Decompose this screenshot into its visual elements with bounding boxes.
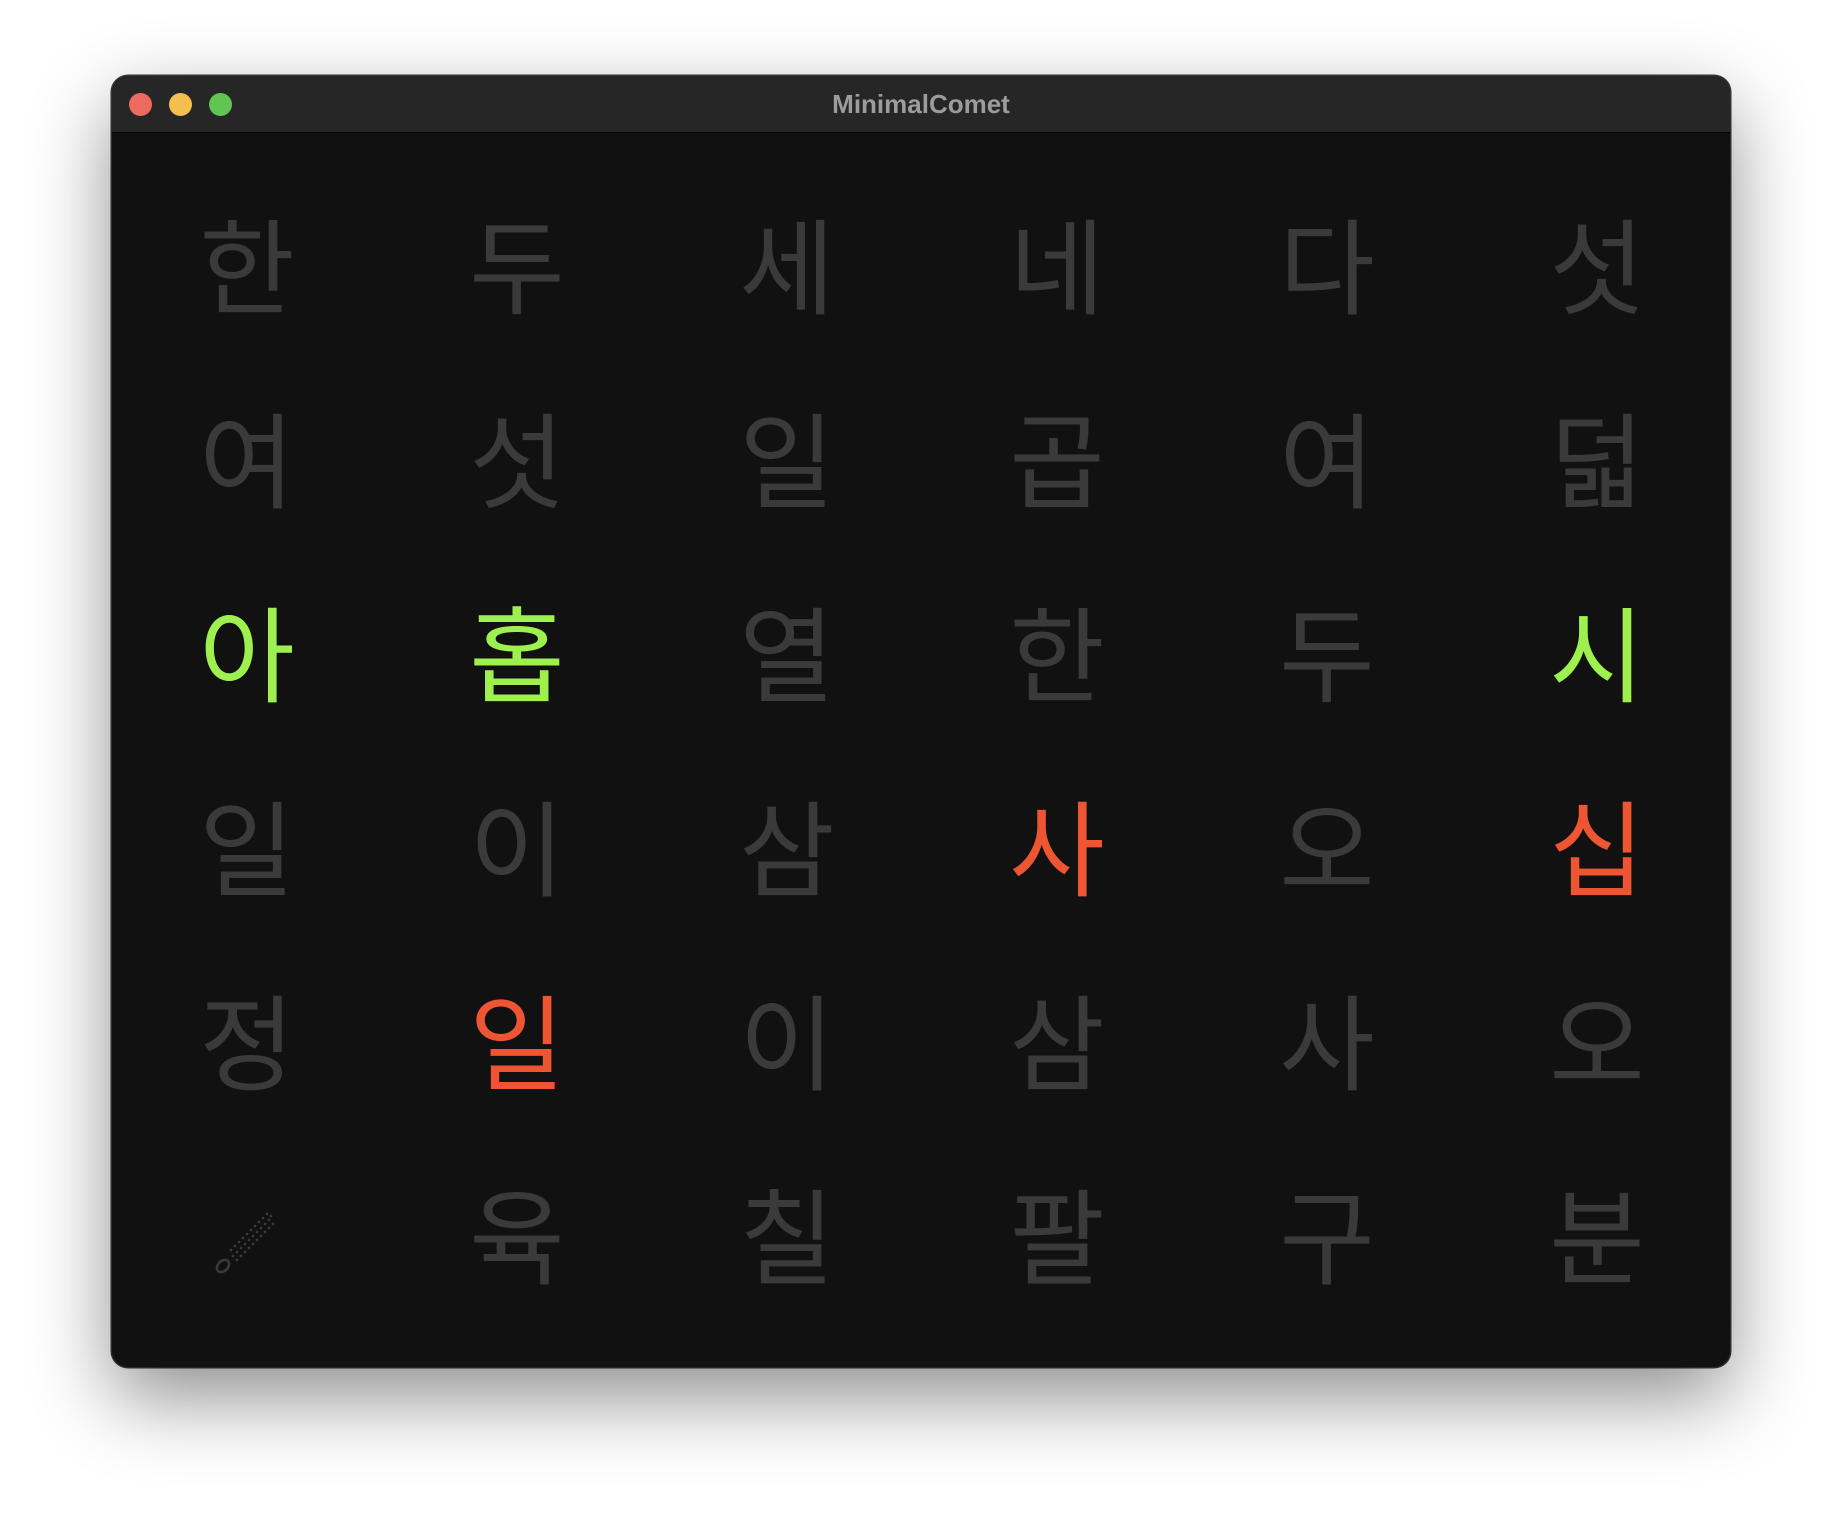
clock-character-green: 시 [1549, 597, 1645, 719]
clock-character-orange: 사 [1009, 791, 1105, 913]
clock-character-dim: 칠 [739, 1179, 835, 1301]
clock-character-dim: 분 [1549, 1179, 1645, 1301]
clock-character-dim: 팔 [1009, 1179, 1105, 1301]
clock-character-dim: 네 [1009, 209, 1105, 331]
comet-icon [132, 1165, 362, 1315]
clock-character-green: 홉 [469, 597, 565, 719]
clock-character-dim: 다 [1279, 209, 1375, 331]
clock-character-dim: 섯 [1549, 209, 1645, 331]
window-title: MinimalComet [832, 89, 1010, 119]
clock-character-dim: 두 [469, 209, 565, 331]
clock-character-dim: 두 [1279, 597, 1375, 719]
clock-character-green: 아 [199, 597, 295, 719]
clock-character-dim: 일 [199, 791, 295, 913]
clock-character-dim: 여 [199, 403, 295, 525]
clock-character-dim: 이 [739, 985, 835, 1107]
clock-character-dim: 이 [469, 791, 565, 913]
clock-character-dim: 섯 [469, 403, 565, 525]
clock-character-dim: 세 [739, 209, 835, 331]
clock-character-dim: 정 [199, 985, 295, 1107]
clock-character-dim: 사 [1279, 985, 1375, 1107]
app-window: MinimalComet 한두세네다섯여섯일곱여덟아홉열한두시일이삼사오십정일이… [112, 76, 1730, 1367]
word-clock-grid: 한두세네다섯여섯일곱여덟아홉열한두시일이삼사오십정일이삼사오육칠팔구분 [112, 132, 1730, 1367]
clock-character-dim: 삼 [739, 791, 835, 913]
clock-character-dim: 일 [739, 403, 835, 525]
clock-character-dim: 덟 [1549, 403, 1645, 525]
clock-character-orange: 일 [469, 985, 565, 1107]
clock-character-orange: 십 [1549, 791, 1645, 913]
clock-character-dim: 열 [739, 597, 835, 719]
clock-character-dim: 오 [1549, 985, 1645, 1107]
clock-character-dim: 오 [1279, 791, 1375, 913]
clock-character-dim: 삼 [1009, 985, 1105, 1107]
clock-character-dim: 한 [199, 209, 295, 331]
clock-character-dim: 구 [1279, 1179, 1375, 1301]
clock-character-dim: 여 [1279, 403, 1375, 525]
clock-character-dim: 한 [1009, 597, 1105, 719]
title-bar[interactable]: MinimalComet [112, 76, 1730, 133]
clock-character-dim: 곱 [1009, 403, 1105, 525]
clock-character-dim: 육 [469, 1179, 565, 1301]
